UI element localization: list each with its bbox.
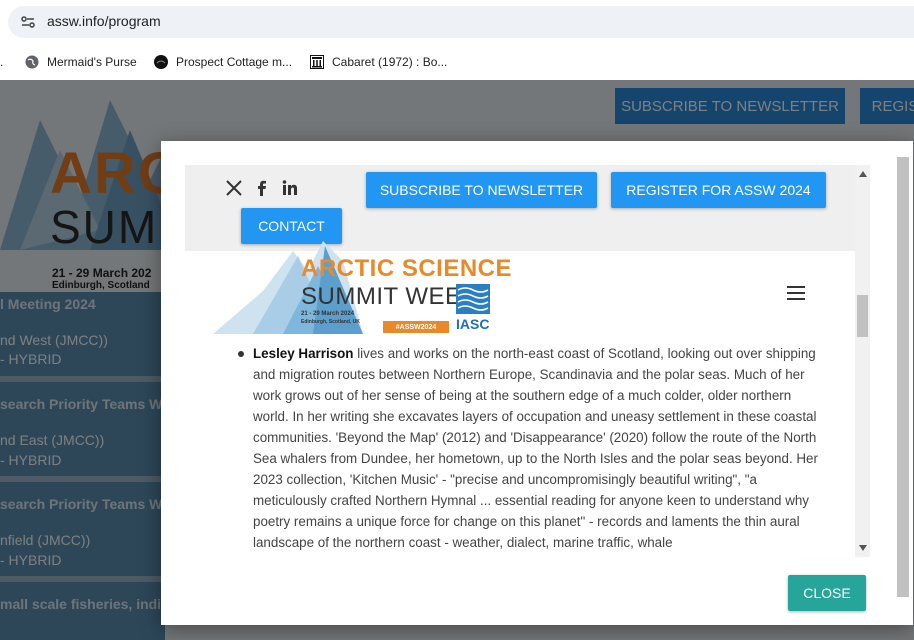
speaker-bio-item: Lesley Harrison lives and works on the n…: [238, 343, 828, 553]
hamburger-menu-icon[interactable]: [787, 286, 805, 300]
modal-content-frame: SUBSCRIBE TO NEWSLETTER REGISTER FOR ASS…: [185, 165, 870, 557]
scroll-down-arrow-icon[interactable]: [859, 545, 867, 551]
speaker-modal: SUBSCRIBE TO NEWSLETTER REGISTER FOR ASS…: [161, 141, 913, 625]
url-field[interactable]: assw.info/program: [8, 6, 914, 38]
archive-favicon-icon: [310, 55, 324, 69]
site-favicon-icon: [154, 55, 168, 69]
logo-title-line1: ARCTIC SCIENCE: [301, 255, 513, 282]
logo-dates: 21 - 29 March 2024: [301, 311, 355, 317]
bookmarks-bar: . Mermaid's Purse Prospect Cottage m... …: [0, 44, 914, 81]
speaker-name: Lesley Harrison: [253, 346, 354, 361]
bookmark-cabaret[interactable]: Cabaret (1972) : Bo...: [310, 52, 447, 72]
bookmark-mermaids-purse[interactable]: Mermaid's Purse: [25, 52, 137, 72]
list-bullet: [238, 351, 244, 357]
logo-hashtag: #ASSW2024: [383, 321, 449, 333]
bookmark-label: Mermaid's Purse: [47, 55, 137, 69]
globe-icon: [25, 55, 39, 69]
address-bar: assw.info/program: [0, 0, 914, 44]
speaker-bio-text: lives and works on the north-east coast …: [253, 346, 818, 550]
modal-scrollbar[interactable]: [897, 157, 909, 597]
site-info-icon[interactable]: [20, 14, 36, 30]
logo-title-line2: SUMMIT WEEK: [301, 283, 479, 310]
register-assw-button[interactable]: REGISTER FOR ASSW 2024: [611, 172, 826, 208]
x-icon[interactable]: [225, 179, 243, 197]
iasc-label: IASC: [456, 316, 490, 332]
facebook-icon[interactable]: [253, 179, 271, 197]
bookmark-prospect-cottage[interactable]: Prospect Cottage m...: [154, 52, 292, 72]
subscribe-newsletter-button[interactable]: SUBSCRIBE TO NEWSLETTER: [366, 172, 597, 208]
bookmark-label: Prospect Cottage m...: [176, 55, 293, 69]
url-text[interactable]: assw.info/program: [47, 13, 161, 29]
logo-place: Edinburgh, Scotland, UK: [301, 319, 360, 325]
linkedin-icon[interactable]: [281, 179, 299, 197]
bookmark-label: Cabaret (1972) : Bo...: [332, 55, 448, 69]
bookmark-overflow[interactable]: .: [0, 52, 3, 72]
scroll-up-arrow-icon[interactable]: [859, 171, 867, 177]
close-button[interactable]: CLOSE: [788, 575, 866, 611]
modal-scroll-thumb[interactable]: [897, 157, 909, 597]
iasc-logo-icon: [456, 284, 490, 314]
content-scroll-thumb[interactable]: [857, 295, 868, 337]
content-scrollbar[interactable]: [855, 165, 870, 557]
